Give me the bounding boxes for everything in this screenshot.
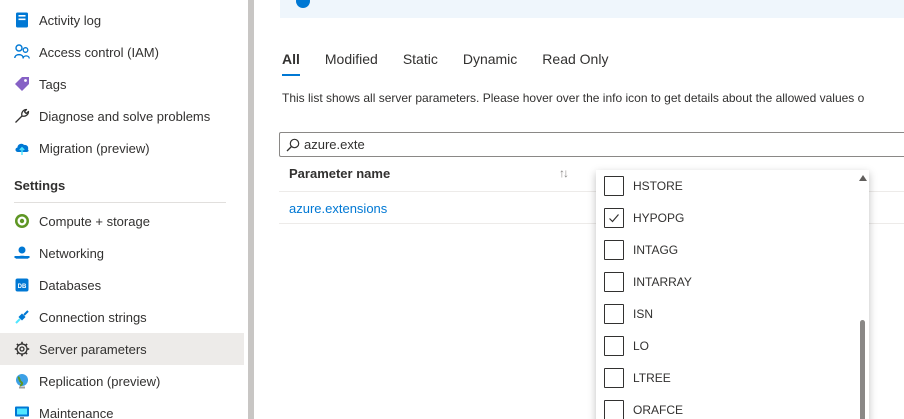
sort-icon[interactable]: ↑↓ xyxy=(559,166,569,180)
sidebar-nav: Activity log Access control (IAM) Tags D… xyxy=(0,0,249,419)
sidebar-item-compute-storage[interactable]: Compute + storage xyxy=(0,205,244,237)
checkbox[interactable] xyxy=(604,240,624,260)
sidebar-item-label: Replication (preview) xyxy=(39,373,161,389)
tag-icon xyxy=(14,76,30,92)
option-label: HYPOPG xyxy=(633,211,685,225)
search-icon xyxy=(286,138,300,152)
sidebar-item-label: Connection strings xyxy=(39,309,147,325)
search-input[interactable] xyxy=(304,137,864,152)
activity-log-icon xyxy=(14,12,30,28)
extensions-dropdown-list: HSTORE HYPOPG INTAGG INTARRAY ISN LO LTR… xyxy=(596,170,869,419)
main-content: All Modified Static Dynamic Read Only Th… xyxy=(254,0,904,419)
tab-dynamic[interactable]: Dynamic xyxy=(463,50,517,80)
checkbox[interactable] xyxy=(604,304,624,324)
sidebar-item-tags[interactable]: Tags xyxy=(0,68,244,100)
sidebar-item-label: Migration (preview) xyxy=(39,140,150,156)
search-box[interactable] xyxy=(279,132,904,157)
option-label: ORAFCE xyxy=(633,403,684,417)
sidebar-item-label: Tags xyxy=(39,76,67,92)
tab-modified[interactable]: Modified xyxy=(325,50,378,80)
dropdown-option[interactable]: INTARRAY xyxy=(604,270,692,294)
dropdown-option[interactable]: ORAFCE xyxy=(604,398,683,419)
section-divider xyxy=(14,202,226,203)
sidebar-item-label: Diagnose and solve problems xyxy=(39,108,211,124)
info-icon xyxy=(296,0,310,8)
sidebar-item-label: Databases xyxy=(39,277,102,293)
info-banner xyxy=(280,0,904,18)
option-label: LTREE xyxy=(633,371,671,385)
sidebar-item-diagnose[interactable]: Diagnose and solve problems xyxy=(0,100,244,132)
wrench-icon xyxy=(14,108,30,124)
description-text: This list shows all server parameters. P… xyxy=(282,91,865,105)
dropdown-option[interactable]: HYPOPG xyxy=(604,206,684,230)
gear-icon xyxy=(14,341,30,357)
scroll-up-arrow-icon[interactable] xyxy=(859,175,867,181)
scrollbar-thumb[interactable] xyxy=(860,320,865,419)
tab-read-only[interactable]: Read Only xyxy=(542,50,608,80)
sidebar-item-migration[interactable]: Migration (preview) xyxy=(0,132,244,164)
dropdown-option[interactable]: ISN xyxy=(604,302,653,326)
dropdown-option[interactable]: INTAGG xyxy=(604,238,678,262)
dropdown-option[interactable]: LTREE xyxy=(604,366,671,390)
checkbox[interactable] xyxy=(604,208,624,228)
database-icon: DB xyxy=(14,277,30,293)
dropdown-scrollbar[interactable] xyxy=(859,172,867,419)
globe-icon xyxy=(14,373,30,389)
dropdown-option[interactable]: LO xyxy=(604,334,649,358)
sidebar-item-label: Access control (IAM) xyxy=(39,44,159,60)
parameter-link-azure-extensions[interactable]: azure.extensions xyxy=(289,201,387,216)
checkmark-icon xyxy=(609,214,619,223)
sidebar-item-access-control[interactable]: Access control (IAM) xyxy=(0,36,244,68)
option-label: LO xyxy=(633,339,650,353)
sidebar-item-networking[interactable]: Networking xyxy=(0,237,244,269)
network-icon xyxy=(14,245,30,261)
sidebar-item-label: Maintenance xyxy=(39,405,114,419)
sidebar-item-connection-strings[interactable]: Connection strings xyxy=(0,301,244,333)
filter-tabs: All Modified Static Dynamic Read Only xyxy=(282,50,633,80)
sidebar-item-databases[interactable]: DB Databases xyxy=(0,269,244,301)
option-label: INTAGG xyxy=(633,243,679,257)
sidebar-item-activity-log[interactable]: Activity log xyxy=(0,4,244,36)
connection-icon xyxy=(14,309,30,325)
compute-icon xyxy=(14,213,30,229)
sidebar-item-server-parameters[interactable]: Server parameters xyxy=(0,333,244,365)
sidebar-item-label: Compute + storage xyxy=(39,213,150,229)
checkbox[interactable] xyxy=(604,176,624,196)
dropdown-option[interactable]: HSTORE xyxy=(604,174,683,198)
checkbox[interactable] xyxy=(604,272,624,292)
checkbox[interactable] xyxy=(604,400,624,419)
sidebar-item-label: Networking xyxy=(39,245,105,261)
svg-text:DB: DB xyxy=(18,284,27,290)
option-label: ISN xyxy=(633,307,654,321)
tab-all[interactable]: All xyxy=(282,50,300,80)
option-label: HSTORE xyxy=(633,179,683,193)
monitor-icon xyxy=(14,405,30,419)
sidebar-item-replication[interactable]: Replication (preview) xyxy=(0,365,244,397)
sidebar-item-label: Activity log xyxy=(39,12,102,28)
checkbox[interactable] xyxy=(604,336,624,356)
tab-static[interactable]: Static xyxy=(403,50,438,80)
column-header-parameter-name[interactable]: Parameter name xyxy=(289,166,390,181)
app-root: Activity log Access control (IAM) Tags D… xyxy=(0,0,904,419)
option-label: INTARRAY xyxy=(633,275,692,289)
settings-section-header: Settings xyxy=(14,178,66,193)
cloud-upload-icon xyxy=(14,140,30,156)
people-icon xyxy=(14,44,30,60)
sidebar-item-label: Server parameters xyxy=(39,341,147,357)
sidebar-item-maintenance[interactable]: Maintenance xyxy=(0,397,244,419)
checkbox[interactable] xyxy=(604,368,624,388)
